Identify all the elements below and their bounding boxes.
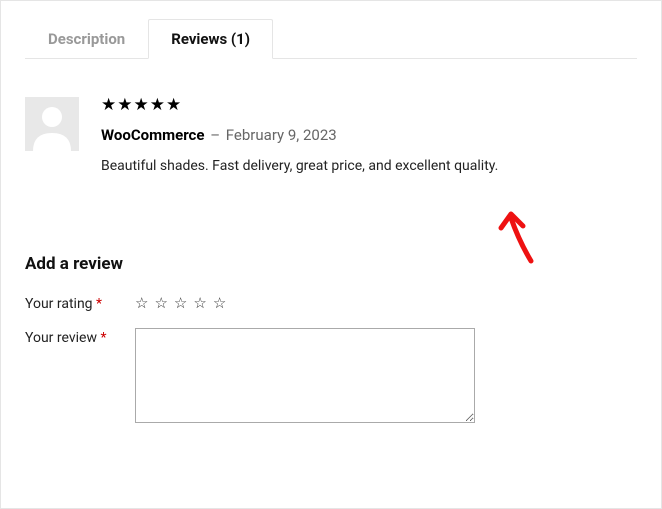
review-label: Your review * — [25, 328, 135, 346]
star-3-icon[interactable]: ☆ — [174, 294, 193, 312]
tab-description[interactable]: Description — [25, 19, 148, 59]
avatar — [25, 97, 79, 151]
meta-separator: – — [210, 126, 220, 144]
star-rating-display: ★★★★★ — [101, 97, 637, 114]
add-review-form: Add a review Your rating * ☆☆☆☆☆ Your re… — [25, 254, 637, 423]
rating-label: Your rating * — [25, 294, 135, 312]
star-1-icon[interactable]: ☆ — [135, 294, 154, 312]
rating-input[interactable]: ☆☆☆☆☆ — [135, 294, 232, 312]
review-item: ★★★★★ WooCommerce – February 9, 2023 Bea… — [25, 59, 637, 174]
review-text: Beautiful shades. Fast delivery, great p… — [101, 158, 637, 174]
star-2-icon[interactable]: ☆ — [154, 294, 173, 312]
review-meta: WooCommerce – February 9, 2023 — [101, 126, 637, 144]
product-tabs: Description Reviews (1) — [25, 19, 637, 59]
star-4-icon[interactable]: ☆ — [193, 294, 212, 312]
form-title: Add a review — [25, 254, 637, 274]
review-textarea[interactable] — [135, 328, 475, 423]
review-author: WooCommerce — [101, 126, 204, 144]
tab-reviews[interactable]: Reviews (1) — [148, 19, 273, 59]
star-5-icon[interactable]: ☆ — [213, 294, 232, 312]
review-date: February 9, 2023 — [226, 126, 337, 144]
